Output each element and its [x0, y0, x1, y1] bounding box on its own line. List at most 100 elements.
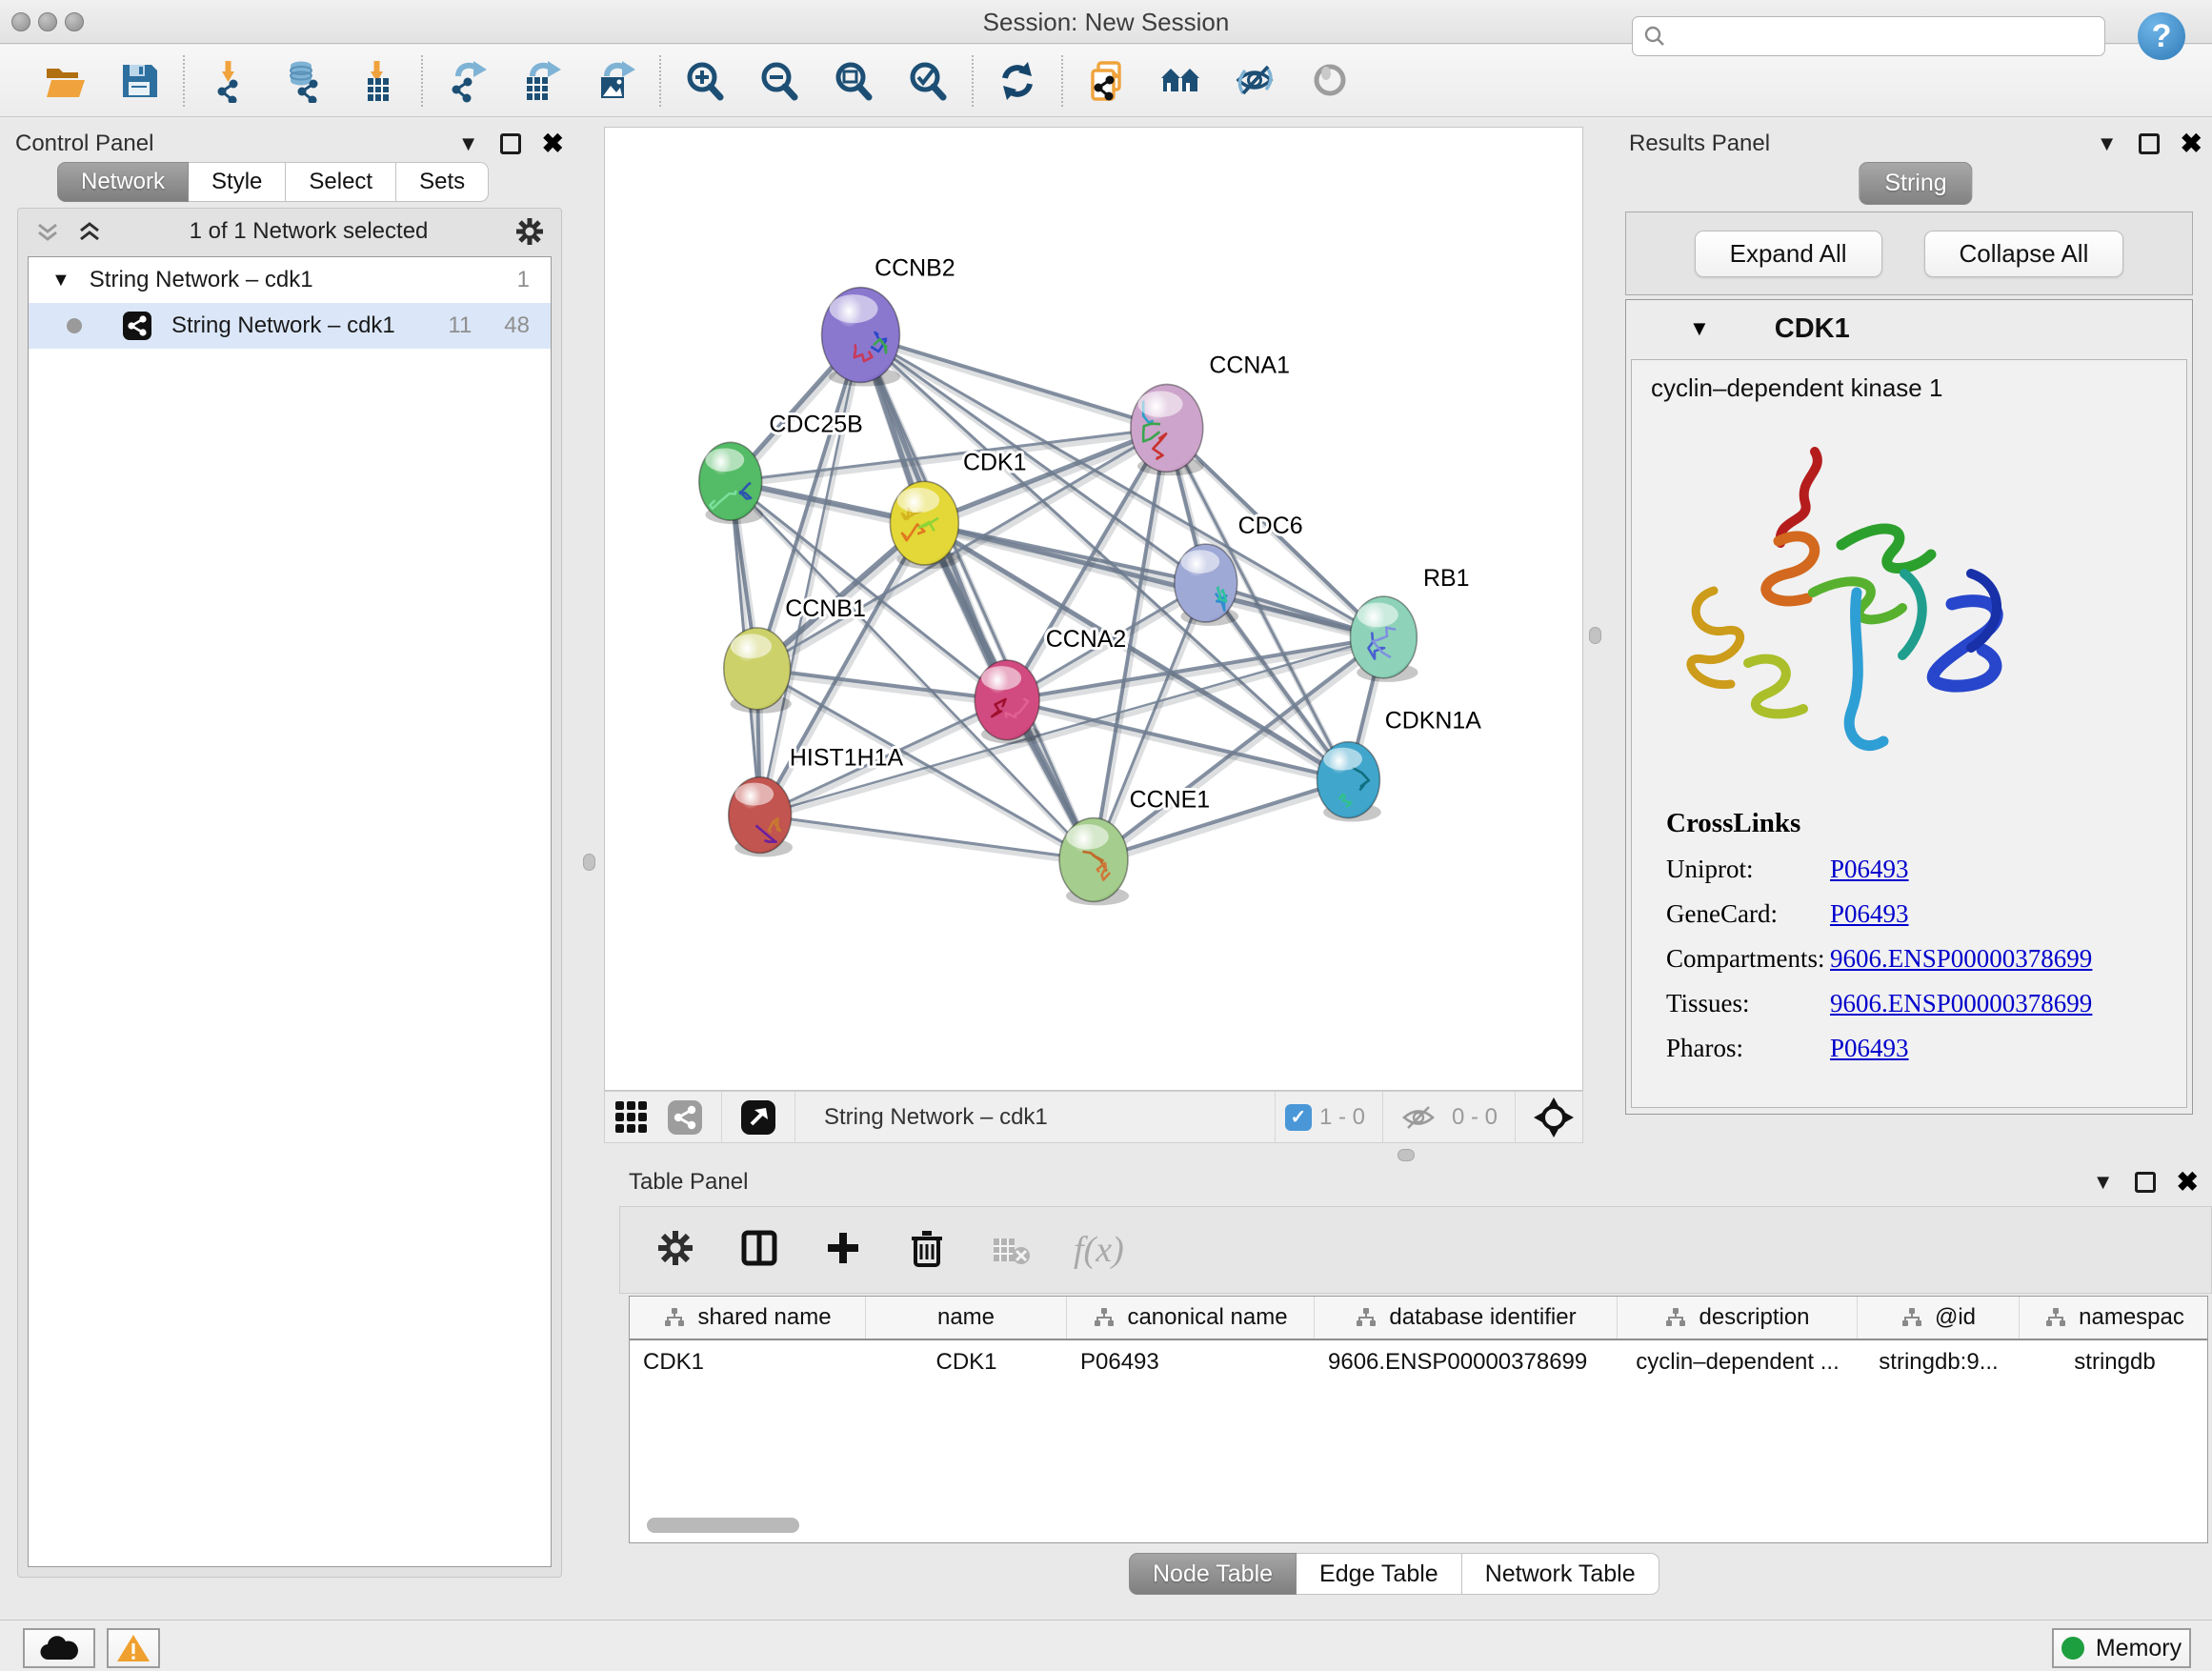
warning-icon	[116, 1633, 151, 1663]
node-CCNA1[interactable]: CCNA1	[1131, 352, 1290, 475]
table-row[interactable]: CDK1CDK1P064939606.ENSP00000378699cyclin…	[630, 1340, 2207, 1384]
table-mode-button[interactable]	[654, 1227, 696, 1274]
zoom-fit-button[interactable]	[831, 58, 876, 104]
column-header-shared-name[interactable]: shared name	[630, 1297, 866, 1339]
protein-structure-image	[1655, 423, 2055, 785]
expand-all-button[interactable]: Expand All	[1695, 231, 1882, 277]
collapse-all-button[interactable]: Collapse All	[1924, 231, 2124, 277]
import-network-button[interactable]	[206, 58, 251, 104]
network-view-panel: CCNB2CCNA1CDC25BCDK1CDC6RB1CCNB1CCNA2CDK…	[604, 124, 1583, 1143]
network-tree-list: ▼ String Network – cdk1 1 String Network…	[28, 256, 552, 1567]
memory-button[interactable]: Memory	[2052, 1628, 2191, 1668]
close-panel-icon[interactable]: ✖	[542, 128, 564, 159]
graphics-details-icon[interactable]	[613, 1098, 651, 1137]
left-splitter-handle[interactable]	[583, 854, 595, 871]
crosshair-icon[interactable]	[1533, 1097, 1575, 1138]
tab-select[interactable]: Select	[286, 162, 396, 202]
help-button[interactable]: ?	[2138, 12, 2185, 60]
hide-selected-button[interactable]	[1233, 58, 1278, 104]
network-options-gear-icon[interactable]	[513, 215, 546, 248]
tab-style[interactable]: Style	[189, 162, 286, 202]
expand-triangle-icon[interactable]: ▼	[51, 270, 70, 292]
string-view-badge-icon[interactable]	[666, 1098, 704, 1137]
float-panel-icon[interactable]: ▼	[2097, 133, 2118, 154]
column-header-canonical-name[interactable]: canonical name	[1067, 1297, 1315, 1339]
network-view-title: String Network – cdk1	[824, 1104, 1048, 1131]
save-session-icon	[117, 59, 161, 103]
network-tab-body: 1 of 1 Network selected ▼ String Network…	[17, 208, 562, 1578]
show-all-button[interactable]	[1307, 58, 1353, 104]
duplicate-network-button[interactable]	[1084, 58, 1130, 104]
network-collection-row[interactable]: ▼ String Network – cdk1 1	[29, 257, 551, 303]
tab-node-table[interactable]: Node Table	[1129, 1553, 1297, 1595]
crosslink-link[interactable]: 9606.ENSP00000378699	[1830, 989, 2092, 1017]
search-input[interactable]	[1667, 19, 2104, 53]
warning-button[interactable]	[107, 1628, 160, 1668]
save-session-button[interactable]	[116, 58, 162, 104]
delete-table-button[interactable]	[990, 1227, 1032, 1274]
collapse-all-networks-icon[interactable]	[33, 217, 62, 246]
birds-eye-view-icon[interactable]	[739, 1098, 777, 1137]
node-RB1[interactable]: RB1	[1350, 565, 1469, 682]
hidden-elements-icon	[1400, 1103, 1437, 1132]
column-header-database-identifier[interactable]: database identifier	[1315, 1297, 1618, 1339]
float-panel-icon[interactable]: ▼	[458, 133, 479, 154]
import-table-button[interactable]	[354, 58, 400, 104]
edge-HIST1H1A-CCNE1[interactable]	[760, 815, 1094, 860]
first-neighbors-button[interactable]	[1158, 58, 1204, 104]
import-table-icon	[355, 59, 399, 103]
create-column-button[interactable]	[822, 1227, 864, 1274]
show-columns-button[interactable]	[738, 1227, 780, 1274]
network-row-selected[interactable]: String Network – cdk1 11 48	[29, 303, 551, 349]
maximize-panel-icon[interactable]	[2139, 133, 2160, 154]
maximize-panel-icon[interactable]	[2135, 1172, 2156, 1193]
refresh-button[interactable]	[995, 58, 1040, 104]
crosslink-link[interactable]: P06493	[1830, 855, 1909, 883]
node-CDKN1A[interactable]: CDKN1A	[1317, 708, 1482, 822]
open-file-button[interactable]	[42, 58, 88, 104]
tab-string[interactable]: String	[1859, 162, 1972, 205]
column-header-description[interactable]: description	[1618, 1297, 1858, 1339]
gene-section-header[interactable]: ▼ CDK1	[1626, 300, 2192, 357]
gene-section: ▼ CDK1 cyclin–dependent kinase 1	[1625, 299, 2193, 1115]
export-network-button[interactable]	[444, 58, 490, 104]
selected-count-checkbox[interactable]: ✓	[1285, 1104, 1312, 1131]
column-header-name[interactable]: name	[866, 1297, 1067, 1339]
export-table-button[interactable]	[518, 58, 564, 104]
maximize-panel-icon[interactable]	[500, 133, 521, 154]
close-panel-icon[interactable]: ✖	[2181, 128, 2202, 159]
cell-database-identifier: 9606.ENSP00000378699	[1315, 1349, 1618, 1376]
show-all-icon	[1308, 59, 1352, 103]
export-table-icon	[519, 59, 563, 103]
zoom-out-button[interactable]	[756, 58, 802, 104]
crosslink-link[interactable]: 9606.ENSP00000378699	[1830, 944, 2092, 973]
cloud-button[interactable]	[23, 1628, 95, 1668]
tab-network[interactable]: Network	[57, 162, 189, 202]
search-box[interactable]	[1632, 16, 2105, 56]
node-CCNB2[interactable]: CCNB2	[822, 255, 955, 387]
formula-builder-icon[interactable]: f(x)	[1074, 1229, 1124, 1271]
horizontal-scrollbar[interactable]	[647, 1518, 799, 1533]
zoom-selected-button[interactable]	[905, 58, 951, 104]
crosslink-link[interactable]: P06493	[1830, 899, 1909, 928]
column-header-namespac[interactable]: namespac	[2020, 1297, 2208, 1339]
network-canvas[interactable]: CCNB2CCNA1CDC25BCDK1CDC6RB1CCNB1CCNA2CDK…	[604, 127, 1583, 1091]
tab-edge-table[interactable]: Edge Table	[1297, 1553, 1462, 1595]
toolbar-separator	[1061, 55, 1063, 107]
import-database-button[interactable]	[280, 58, 326, 104]
zoom-in-button[interactable]	[682, 58, 728, 104]
float-panel-icon[interactable]: ▼	[2093, 1172, 2114, 1193]
delete-columns-button[interactable]	[906, 1227, 948, 1274]
tab-sets[interactable]: Sets	[396, 162, 489, 202]
crosslink-link[interactable]: P06493	[1830, 1034, 1909, 1062]
expand-all-networks-icon[interactable]	[75, 217, 104, 246]
right-splitter-handle[interactable]	[1589, 627, 1601, 644]
export-image-button[interactable]	[593, 58, 638, 104]
gene-section-body: cyclin–dependent kinase 1	[1631, 359, 2187, 1108]
toolbar-separator	[421, 55, 423, 107]
close-panel-icon[interactable]: ✖	[2177, 1166, 2199, 1198]
tab-network-table[interactable]: Network Table	[1462, 1553, 1659, 1595]
collapse-triangle-icon[interactable]: ▼	[1689, 316, 1710, 341]
cell-namespac: stringdb	[2020, 1349, 2208, 1376]
column-header--id[interactable]: @id	[1858, 1297, 2020, 1339]
